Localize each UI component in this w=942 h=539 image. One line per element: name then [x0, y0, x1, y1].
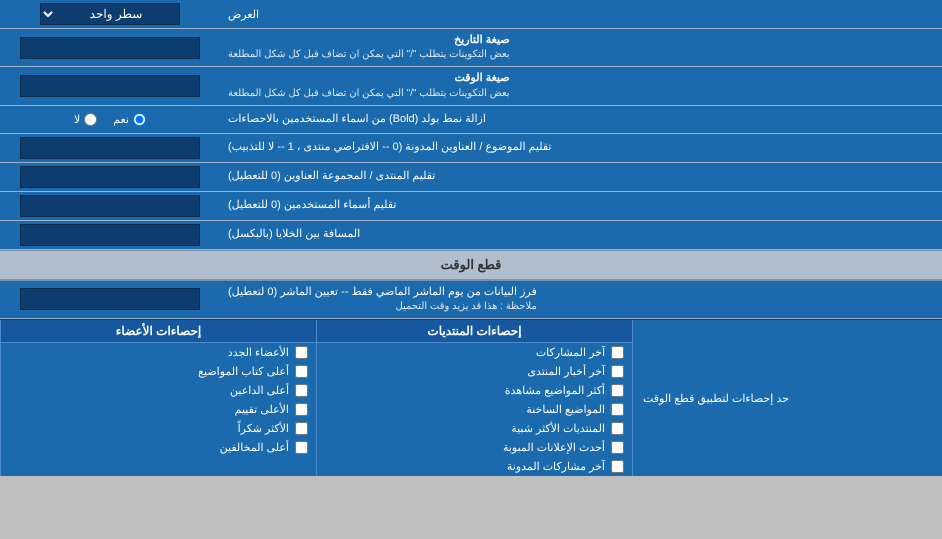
forum-title-input-wrap: 33	[0, 163, 220, 191]
cells-distance-row: المسافة بين الخلايا (بالبكسل) 2	[0, 221, 942, 250]
stat-similar-forums-checkbox[interactable]	[611, 422, 624, 435]
time-cutoff-label: فرز البيانات من يوم الماشر الماضي فقط --…	[220, 281, 942, 318]
date-format-label-line1: صيغة التاريخ	[228, 33, 510, 48]
stats-col-members-title: إحصاءات الأعضاء	[1, 320, 316, 343]
display-mode-row: العرض سطر واحد سطرين ثلاثة أسطر	[0, 0, 942, 29]
stat-top-topic-writers-label: أعلى كتاب المواضيع	[198, 365, 289, 378]
stat-most-viewed: أكثر المواضيع مشاهدة	[317, 381, 632, 400]
radio-no-label[interactable]: لا	[74, 113, 97, 126]
stat-top-inviters-label: أعلى الداعين	[230, 384, 289, 397]
stat-hot-topics-label: المواضيع الساخنة	[526, 403, 605, 416]
stat-blog-posts-label: آخر مشاركات المدونة	[507, 460, 605, 473]
radio-no[interactable]	[84, 113, 97, 126]
stat-hot-topics-checkbox[interactable]	[611, 403, 624, 416]
bold-remove-label: ازالة نمط بولد (Bold) من اسماء المستخدمي…	[220, 106, 942, 133]
time-format-label-line2: بعض التكوينات يتطلب "/" التي يمكن ان تضا…	[228, 87, 510, 101]
cells-distance-label: المسافة بين الخلايا (بالبكسل)	[220, 221, 942, 249]
stat-top-inviters-checkbox[interactable]	[295, 384, 308, 397]
time-cutoff-row: فرز البيانات من يوم الماشر الماضي فقط --…	[0, 281, 942, 319]
date-format-label: صيغة التاريخ بعض التكوينات يتطلب "/" الت…	[220, 29, 942, 66]
time-format-input[interactable]: H:i	[20, 75, 200, 97]
time-format-label-line1: صيغة الوقت	[228, 71, 510, 86]
stats-col-forums: إحصاءات المنتديات آخر المشاركات آخر أخبا…	[316, 320, 632, 476]
stat-last-posts-checkbox[interactable]	[611, 346, 624, 359]
stat-new-members-label: الأعضاء الجدد	[228, 346, 289, 359]
stat-blog-posts-checkbox[interactable]	[611, 460, 624, 473]
stat-latest-classifieds-label: أحدث الإعلانات المبوبة	[503, 441, 605, 454]
stat-last-posts: آخر المشاركات	[317, 343, 632, 362]
stat-forum-news-checkbox[interactable]	[611, 365, 624, 378]
time-format-label: صيغة الوقت بعض التكوينات يتطلب "/" التي …	[220, 67, 942, 104]
stats-col-members: إحصاءات الأعضاء الأعضاء الجدد أعلى كتاب …	[0, 320, 316, 476]
stat-forum-news-label: آخر أخبار المنتدى	[527, 365, 605, 378]
forum-title-row: تقليم المنتدى / المجموعة العناوين (0 للت…	[0, 163, 942, 192]
time-cutoff-label-line2: ملاحظة : هذا قد يزيد وقت التحميل	[228, 300, 537, 314]
date-format-input[interactable]: d-m	[20, 37, 200, 59]
radio-yes[interactable]	[133, 113, 146, 126]
date-format-row: صيغة التاريخ بعض التكوينات يتطلب "/" الت…	[0, 29, 942, 67]
stats-section: حد إحصاءات لتطبيق قطع الوقت إحصاءات المن…	[0, 319, 942, 476]
topics-title-label: تقليم الموضوع / العناوين المدونة (0 -- ا…	[220, 134, 942, 162]
display-mode-select[interactable]: سطر واحد سطرين ثلاثة أسطر	[40, 3, 180, 25]
stat-blog-posts: آخر مشاركات المدونة	[317, 457, 632, 476]
stats-apply-label: حد إحصاءات لتطبيق قطع الوقت	[632, 320, 942, 476]
forum-title-input[interactable]: 33	[20, 166, 200, 188]
cells-distance-input[interactable]: 2	[20, 224, 200, 246]
stat-top-topic-writers-checkbox[interactable]	[295, 365, 308, 378]
users-trim-input[interactable]: 0	[20, 195, 200, 217]
bold-remove-row: ازالة نمط بولد (Bold) من اسماء المستخدمي…	[0, 106, 942, 134]
stats-columns: إحصاءات المنتديات آخر المشاركات آخر أخبا…	[0, 320, 632, 476]
time-cutoff-header: قطع الوقت	[0, 250, 942, 281]
users-trim-label: تقليم أسماء المستخدمين (0 للتعطيل)	[220, 192, 942, 220]
time-format-input-wrap: H:i	[0, 67, 220, 104]
forum-title-label: تقليم المنتدى / المجموعة العناوين (0 للت…	[220, 163, 942, 191]
stat-top-violators-checkbox[interactable]	[295, 441, 308, 454]
stat-top-rated: الأعلى تقييم	[1, 400, 316, 419]
main-container: العرض سطر واحد سطرين ثلاثة أسطر صيغة الت…	[0, 0, 942, 476]
stat-hot-topics: المواضيع الساخنة	[317, 400, 632, 419]
stat-forum-news: آخر أخبار المنتدى	[317, 362, 632, 381]
stat-latest-classifieds: أحدث الإعلانات المبوبة	[317, 438, 632, 457]
stat-top-topic-writers: أعلى كتاب المواضيع	[1, 362, 316, 381]
radio-yes-label[interactable]: نعم	[113, 113, 146, 126]
stat-top-violators: أعلى المخالفين	[1, 438, 316, 457]
users-trim-input-wrap: 0	[0, 192, 220, 220]
time-cutoff-input-wrap: 0	[0, 281, 220, 318]
date-format-label-line2: بعض التكوينات يتطلب "/" التي يمكن ان تضا…	[228, 48, 510, 62]
stat-most-thanks-label: الأكثر شكراً	[238, 422, 289, 435]
topics-title-input[interactable]: 33	[20, 137, 200, 159]
stat-similar-forums-label: المنتديات الأكثر شبية	[511, 422, 605, 435]
display-mode-input-wrap: سطر واحد سطرين ثلاثة أسطر	[0, 0, 220, 28]
stat-most-thanks-checkbox[interactable]	[295, 422, 308, 435]
bold-remove-input-wrap: نعم لا	[0, 106, 220, 133]
topics-title-input-wrap: 33	[0, 134, 220, 162]
stat-similar-forums: المنتديات الأكثر شبية	[317, 419, 632, 438]
stat-top-violators-label: أعلى المخالفين	[220, 441, 289, 454]
stat-top-rated-checkbox[interactable]	[295, 403, 308, 416]
date-format-input-wrap: d-m	[0, 29, 220, 66]
stat-most-viewed-label: أكثر المواضيع مشاهدة	[505, 384, 605, 397]
topics-title-row: تقليم الموضوع / العناوين المدونة (0 -- ا…	[0, 134, 942, 163]
stat-new-members: الأعضاء الجدد	[1, 343, 316, 362]
time-cutoff-label-line1: فرز البيانات من يوم الماشر الماضي فقط --…	[228, 285, 537, 300]
stat-top-rated-label: الأعلى تقييم	[235, 403, 289, 416]
users-trim-row: تقليم أسماء المستخدمين (0 للتعطيل) 0	[0, 192, 942, 221]
time-cutoff-input[interactable]: 0	[20, 288, 200, 310]
stat-new-members-checkbox[interactable]	[295, 346, 308, 359]
radio-yes-text: نعم	[113, 113, 129, 126]
stat-most-viewed-checkbox[interactable]	[611, 384, 624, 397]
stats-col-forums-title: إحصاءات المنتديات	[317, 320, 632, 343]
stat-most-thanks: الأكثر شكراً	[1, 419, 316, 438]
cells-distance-input-wrap: 2	[0, 221, 220, 249]
time-format-row: صيغة الوقت بعض التكوينات يتطلب "/" التي …	[0, 67, 942, 105]
stat-last-posts-label: آخر المشاركات	[536, 346, 605, 359]
radio-no-text: لا	[74, 113, 80, 126]
stat-top-inviters: أعلى الداعين	[1, 381, 316, 400]
display-mode-label: العرض	[220, 0, 942, 28]
stat-latest-classifieds-checkbox[interactable]	[611, 441, 624, 454]
